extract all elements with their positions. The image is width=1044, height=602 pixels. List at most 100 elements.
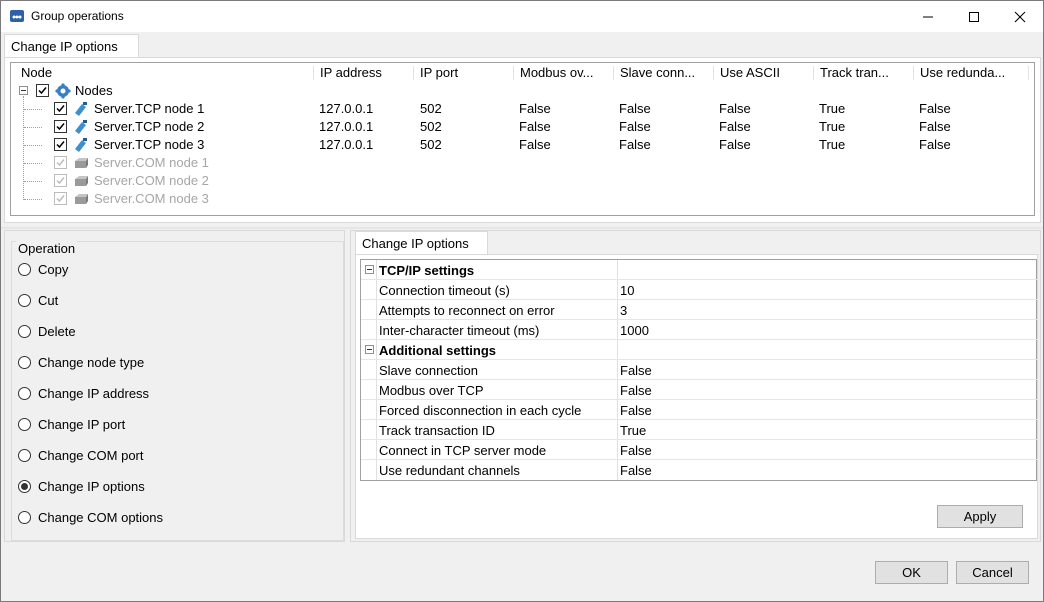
- window-title: Group operations: [31, 9, 124, 23]
- node-modbus: False: [519, 101, 551, 116]
- tab-change-ip-options-details[interactable]: Change IP options: [355, 231, 488, 255]
- node-modbus: False: [519, 137, 551, 152]
- tab-label: Change IP options: [11, 39, 118, 54]
- nodes-panel: Node IP address IP port Modbus ov... Sla…: [4, 57, 1041, 223]
- column-modbus-over-tcp[interactable]: Modbus ov...: [516, 65, 611, 83]
- tree-row[interactable]: Server.TCP node 3 127.0.0.1 502 False Fa…: [11, 136, 1034, 154]
- apply-button[interactable]: Apply: [937, 505, 1023, 528]
- maximize-button[interactable]: [951, 1, 997, 32]
- node-name: Server.COM node 1: [94, 155, 209, 170]
- node-port: 502: [420, 119, 442, 134]
- column-track-transaction[interactable]: Track tran...: [816, 65, 911, 83]
- tab-change-ip-options[interactable]: Change IP options: [4, 34, 139, 58]
- node-name: Server.TCP node 1: [94, 101, 205, 116]
- node-checkbox[interactable]: [54, 102, 67, 115]
- cancel-button[interactable]: Cancel: [956, 561, 1029, 584]
- nodes-checkbox[interactable]: [36, 84, 49, 97]
- tree-header: Node IP address IP port Modbus ov... Sla…: [11, 63, 1034, 83]
- node-checkbox[interactable]: [54, 120, 67, 133]
- com-node-icon: [75, 176, 88, 186]
- minimize-button[interactable]: [905, 1, 951, 32]
- node-ascii: False: [719, 101, 751, 116]
- collapse-icon[interactable]: [365, 345, 374, 354]
- node-port: 502: [420, 137, 442, 152]
- column-use-ascii[interactable]: Use ASCII: [716, 65, 811, 83]
- column-ip-port[interactable]: IP port: [416, 65, 511, 83]
- node-checkbox: [54, 192, 67, 205]
- category-additional-settings[interactable]: Additional settings: [361, 340, 1038, 360]
- com-node-icon: [75, 194, 88, 204]
- column-use-redundant[interactable]: Use redunda...: [916, 65, 1026, 83]
- tcp-node-icon: [75, 120, 87, 134]
- node-checkbox: [54, 174, 67, 187]
- property-value[interactable]: 1000: [620, 323, 649, 338]
- operation-pane: Operation Copy Cut Delete Change node ty…: [4, 230, 345, 542]
- node-ascii: False: [719, 137, 751, 152]
- app-icon: [10, 10, 24, 22]
- tree-row[interactable]: Server.TCP node 1 127.0.0.1 502 False Fa…: [11, 100, 1034, 118]
- node-name: Server.COM node 2: [94, 173, 209, 188]
- node-redundant: False: [919, 137, 951, 152]
- tree-row: Server.COM node 1: [11, 154, 1034, 172]
- node-track: True: [819, 137, 846, 152]
- property-row[interactable]: Modbus over TCP False: [361, 380, 1038, 400]
- property-value[interactable]: True: [620, 423, 646, 438]
- tree-root-row[interactable]: Nodes: [11, 82, 1034, 100]
- collapse-icon[interactable]: [365, 265, 374, 274]
- collapse-icon[interactable]: [19, 86, 28, 95]
- property-value[interactable]: False: [620, 443, 652, 458]
- category-tcp-ip-settings[interactable]: TCP/IP settings: [361, 260, 1038, 280]
- node-track: True: [819, 101, 846, 116]
- tab-label: Change IP options: [362, 236, 469, 251]
- com-node-icon: [75, 158, 88, 168]
- property-value[interactable]: False: [620, 363, 652, 378]
- splitter[interactable]: [1, 227, 1043, 229]
- group-operations-window: Group operations Change IP options Node …: [0, 0, 1044, 602]
- operation-group: Operation Copy Cut Delete Change node ty…: [11, 241, 344, 541]
- nodes-tree[interactable]: Node IP address IP port Modbus ov... Sla…: [10, 62, 1035, 216]
- node-ascii: False: [719, 119, 751, 134]
- property-row[interactable]: Connection timeout (s) 10: [361, 280, 1038, 300]
- tree-row[interactable]: Server.TCP node 2 127.0.0.1 502 False Fa…: [11, 118, 1034, 136]
- node-slave: False: [619, 101, 651, 116]
- title-bar: Group operations: [1, 1, 1043, 32]
- operation-title: Operation: [16, 241, 78, 256]
- node-redundant: False: [919, 101, 951, 116]
- node-name: Server.COM node 3: [94, 191, 209, 206]
- node-name: Server.TCP node 3: [94, 137, 205, 152]
- minimize-icon: [923, 16, 933, 17]
- property-value[interactable]: False: [620, 463, 652, 478]
- node-slave: False: [619, 137, 651, 152]
- node-redundant: False: [919, 119, 951, 134]
- details-pane: Change IP options TCP/IP settings Connec…: [350, 230, 1041, 542]
- property-row[interactable]: Forced disconnection in each cycle False: [361, 400, 1038, 420]
- close-button[interactable]: [997, 1, 1043, 32]
- tree-row: Server.COM node 3: [11, 190, 1034, 208]
- node-checkbox[interactable]: [54, 138, 67, 151]
- property-row[interactable]: Slave connection False: [361, 360, 1038, 380]
- property-row[interactable]: Inter-character timeout (ms) 1000: [361, 320, 1038, 340]
- tcp-node-icon: [75, 102, 87, 116]
- property-row[interactable]: Use redundant channels False: [361, 460, 1038, 480]
- property-value[interactable]: 10: [620, 283, 634, 298]
- details-panel: TCP/IP settings Connection timeout (s) 1…: [355, 254, 1038, 539]
- node-checkbox: [54, 156, 67, 169]
- property-row[interactable]: Track transaction ID True: [361, 420, 1038, 440]
- column-ip-address[interactable]: IP address: [316, 65, 411, 83]
- property-value[interactable]: 3: [620, 303, 627, 318]
- property-row[interactable]: Connect in TCP server mode False: [361, 440, 1038, 460]
- nodes-folder-icon: [55, 83, 71, 99]
- property-grid[interactable]: TCP/IP settings Connection timeout (s) 1…: [360, 259, 1038, 481]
- node-track: True: [819, 119, 846, 134]
- property-row[interactable]: Attempts to reconnect on error 3: [361, 300, 1038, 320]
- column-slave-connection[interactable]: Slave conn...: [616, 65, 711, 83]
- ok-button[interactable]: OK: [875, 561, 948, 584]
- column-node[interactable]: Node: [17, 65, 307, 83]
- node-ip: 127.0.0.1: [319, 101, 374, 116]
- property-value[interactable]: False: [620, 383, 652, 398]
- node-name: Server.TCP node 2: [94, 119, 205, 134]
- node-slave: False: [619, 119, 651, 134]
- property-value[interactable]: False: [620, 403, 652, 418]
- node-ip: 127.0.0.1: [319, 119, 374, 134]
- node-port: 502: [420, 101, 442, 116]
